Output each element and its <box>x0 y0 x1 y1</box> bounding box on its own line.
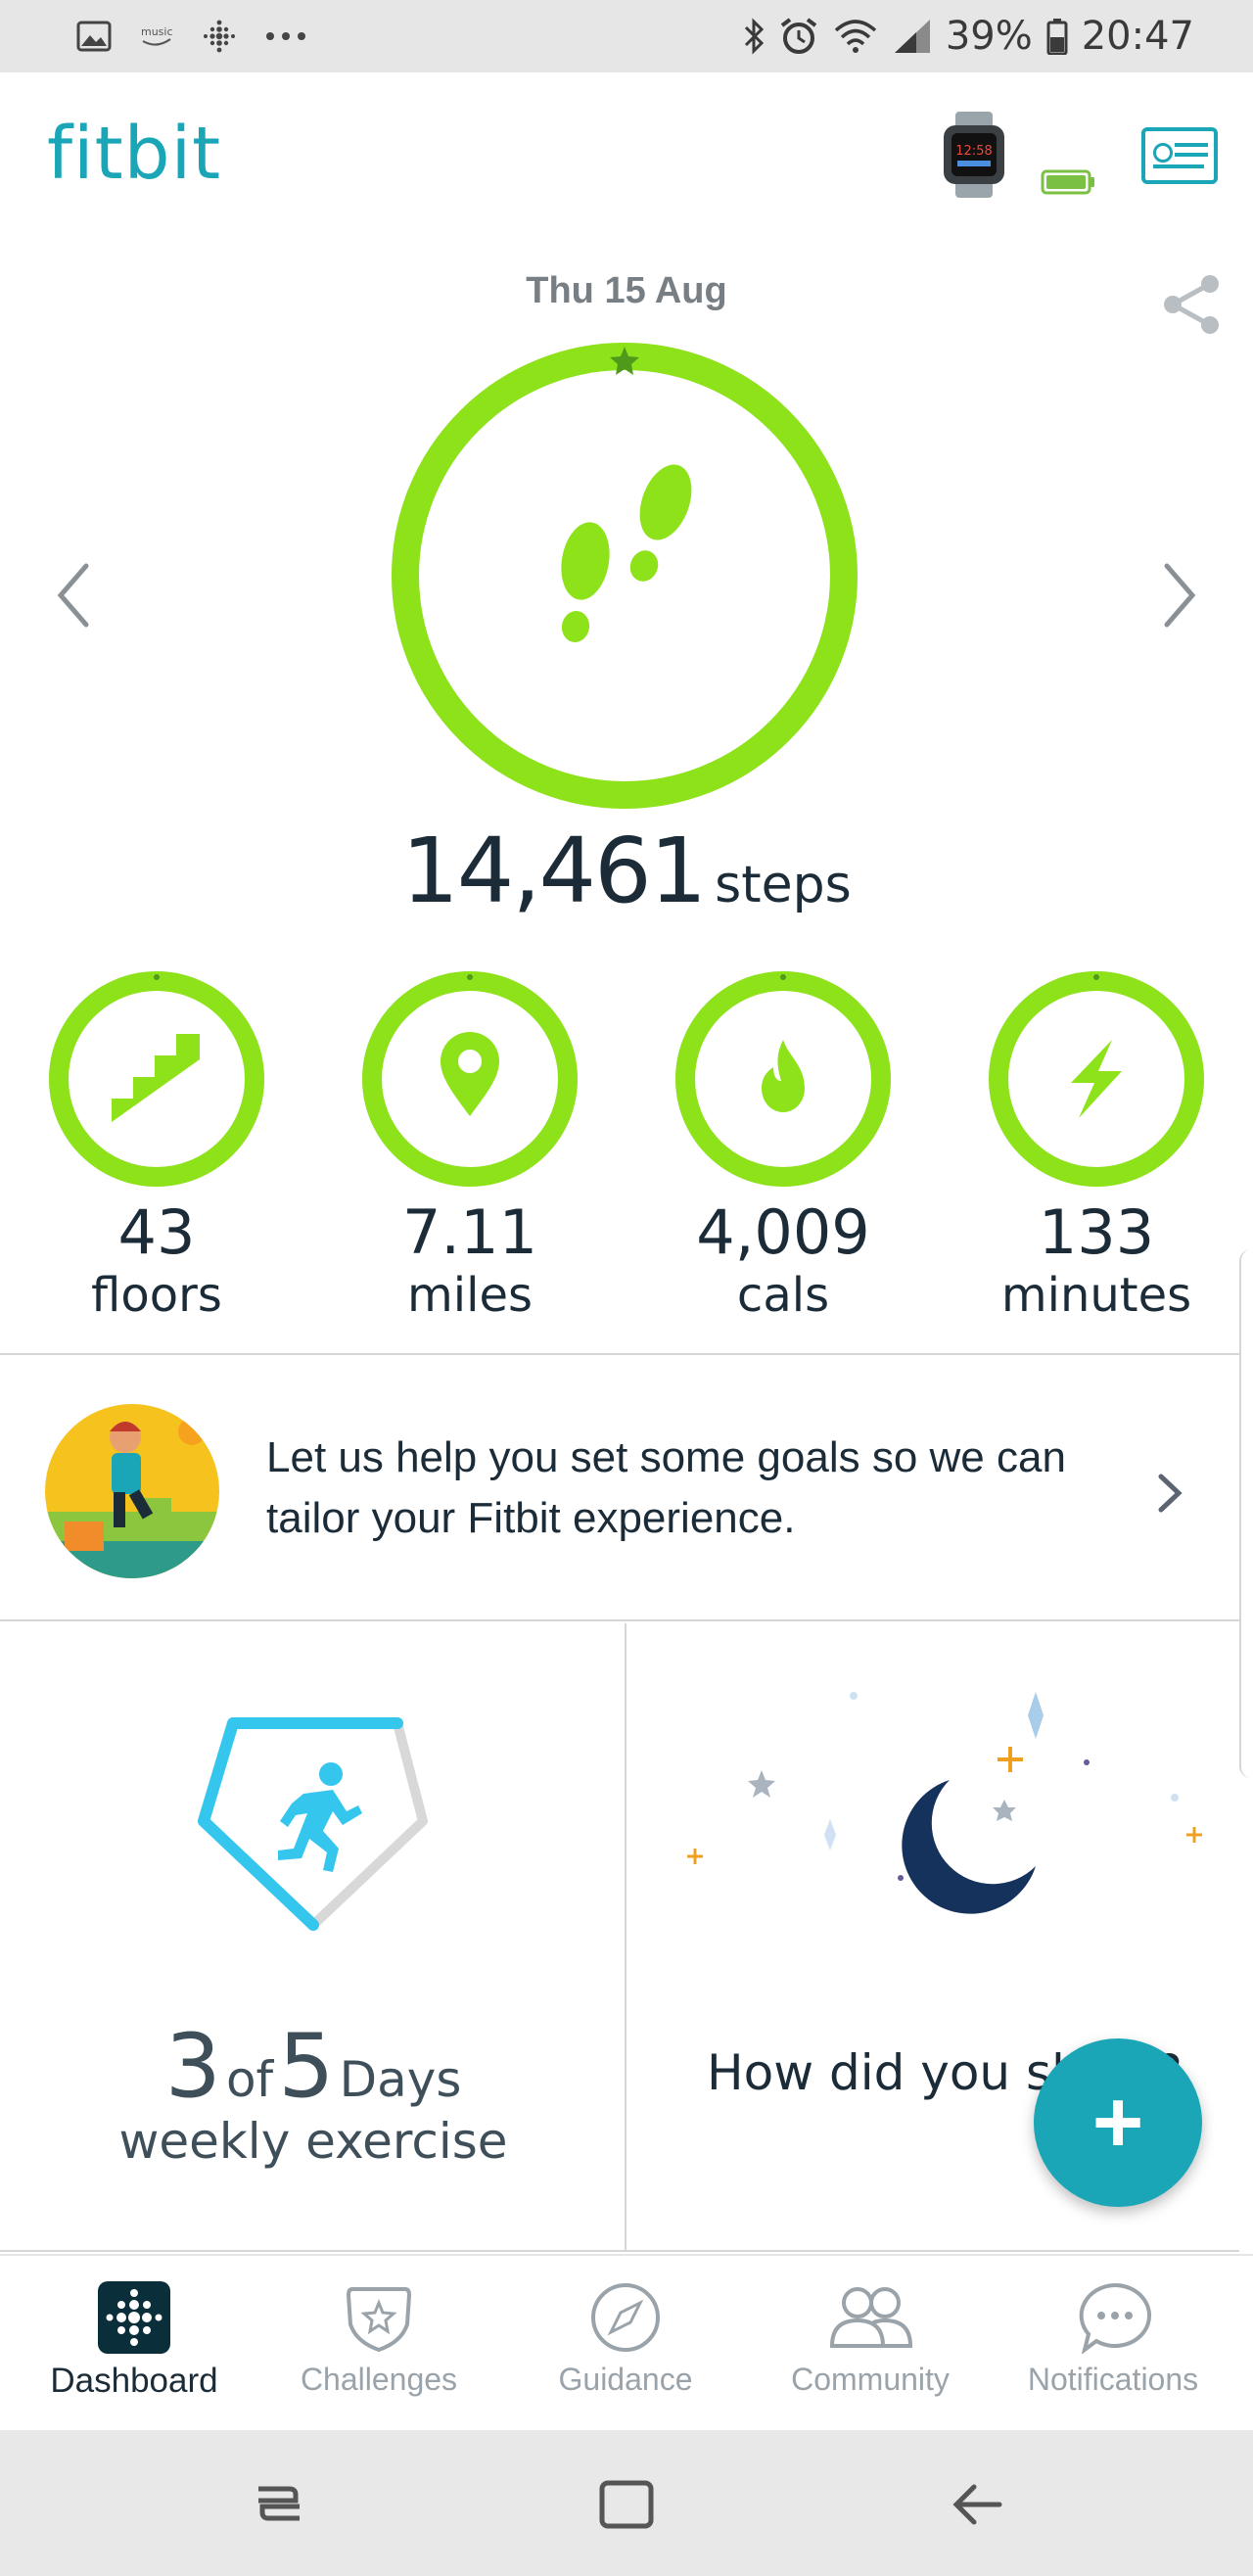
nav-label: Challenges <box>300 2362 458 2397</box>
svg-text:12:58: 12:58 <box>955 144 992 159</box>
steps-unit: steps <box>715 856 852 914</box>
back-button-icon[interactable] <box>945 2469 1013 2538</box>
battery-percent: 39% <box>945 14 1033 59</box>
wifi-icon <box>832 17 879 56</box>
bluetooth-icon <box>742 18 766 55</box>
dashboard-icon <box>98 2281 170 2354</box>
nav-notifications[interactable]: Notifications <box>991 2256 1235 2430</box>
goal-setup-banner[interactable]: Let us help you set some goals so we can… <box>0 1353 1239 1621</box>
alarm-icon <box>779 17 818 56</box>
previous-day-chevron-icon[interactable] <box>49 556 98 634</box>
steps-ring-fill <box>392 343 858 809</box>
home-button-icon[interactable] <box>592 2469 661 2538</box>
stat-active-minutes[interactable]: 133 minutes <box>940 969 1253 1324</box>
nav-dashboard[interactable]: Dashboard <box>12 2256 256 2430</box>
next-day-chevron-icon[interactable] <box>1155 556 1204 634</box>
nav-guidance[interactable]: Guidance <box>503 2256 748 2430</box>
app-header: fitbit 12:58 <box>0 72 1253 245</box>
stat-unit: floors <box>91 1268 222 1323</box>
goal-illustration <box>45 1404 219 1578</box>
goal-banner-text: Let us help you set some goals so we can… <box>266 1433 1066 1542</box>
svg-text:music: music <box>141 25 173 38</box>
device-watch-icon[interactable]: 12:58 <box>938 112 1010 198</box>
plus-icon: + <box>1091 2074 1144 2172</box>
scroll-indicator <box>1239 1249 1253 1778</box>
selected-date: Thu 15 Aug <box>526 270 727 311</box>
stat-value: 43 <box>117 1196 196 1268</box>
weekly-exercise-tile[interactable]: 3 of 5 Days weekly exercise <box>0 1623 626 2252</box>
exercise-label: weekly exercise <box>118 2113 508 2170</box>
more-icon <box>264 30 307 42</box>
share-icon[interactable] <box>1157 270 1226 339</box>
signal-icon <box>893 18 932 55</box>
android-nav-bar <box>0 2430 1253 2576</box>
community-icon <box>829 2287 913 2348</box>
clock: 20:47 <box>1081 14 1194 59</box>
profile-card-icon[interactable] <box>1141 127 1218 184</box>
gallery-icon <box>76 21 112 52</box>
nav-challenges[interactable]: Challenges <box>256 2256 501 2430</box>
stairs-icon <box>112 1034 200 1122</box>
status-bar-notifications: music <box>76 19 307 54</box>
stats-row: 43 floors 7.11 miles 4,009 cals 133 minu <box>0 969 1253 1351</box>
location-pin-icon <box>441 1032 499 1116</box>
device-battery-icon <box>1041 169 1094 195</box>
stat-value: 4,009 <box>696 1196 870 1268</box>
exercise-total: 5 <box>278 2015 335 2118</box>
stat-unit: miles <box>407 1268 533 1323</box>
stat-value: 133 <box>1038 1196 1155 1268</box>
compass-icon <box>591 2283 660 2352</box>
exercise-days: Days <box>339 2051 462 2108</box>
steps-summary: 14,461 steps <box>0 819 1253 923</box>
exercise-done: 3 <box>164 2015 221 2118</box>
stat-distance[interactable]: 7.11 miles <box>313 969 626 1324</box>
stat-floors[interactable]: 43 floors <box>0 969 313 1324</box>
moon-icon <box>902 1780 1036 1914</box>
amazon-music-icon: music <box>139 23 174 49</box>
nav-community[interactable]: Community <box>748 2256 993 2430</box>
chevron-right-icon <box>1158 1474 1183 1513</box>
stat-value: 7.11 <box>401 1196 538 1268</box>
status-bar: music 39% 20:47 <box>0 0 1253 72</box>
exercise-shield-icon <box>198 1717 428 1931</box>
bottom-nav: Dashboard Challenges Guidance Community … <box>0 2254 1253 2428</box>
stat-unit: cals <box>736 1268 830 1323</box>
recent-apps-icon[interactable] <box>245 2469 313 2538</box>
add-entry-fab[interactable]: + <box>1034 2038 1202 2207</box>
steps-value: 14,461 <box>401 819 707 923</box>
exercise-count: 3 of 5 Days <box>0 2015 626 2118</box>
flame-icon <box>762 1040 805 1112</box>
footsteps-icon <box>561 464 692 642</box>
nav-label: Notifications <box>1027 2362 1199 2397</box>
nav-label: Community <box>791 2362 950 2397</box>
steps-progress-ring[interactable] <box>390 341 859 811</box>
sleep-moon-illustration <box>687 1692 1202 1914</box>
fitbit-icon <box>202 19 237 54</box>
exercise-of: of <box>225 2051 274 2108</box>
nav-label: Dashboard <box>50 2362 218 2400</box>
status-bar-system: 39% 20:47 <box>742 14 1194 59</box>
battery-icon <box>1046 18 1068 55</box>
running-icon <box>278 1762 362 1872</box>
challenges-icon <box>346 2287 412 2353</box>
stat-unit: minutes <box>1000 1268 1192 1323</box>
lightning-icon <box>1071 1040 1122 1118</box>
stat-calories[interactable]: 4,009 cals <box>626 969 940 1324</box>
fitbit-logo: fitbit <box>47 112 222 196</box>
notifications-icon <box>1079 2282 1152 2354</box>
nav-label: Guidance <box>558 2362 693 2397</box>
